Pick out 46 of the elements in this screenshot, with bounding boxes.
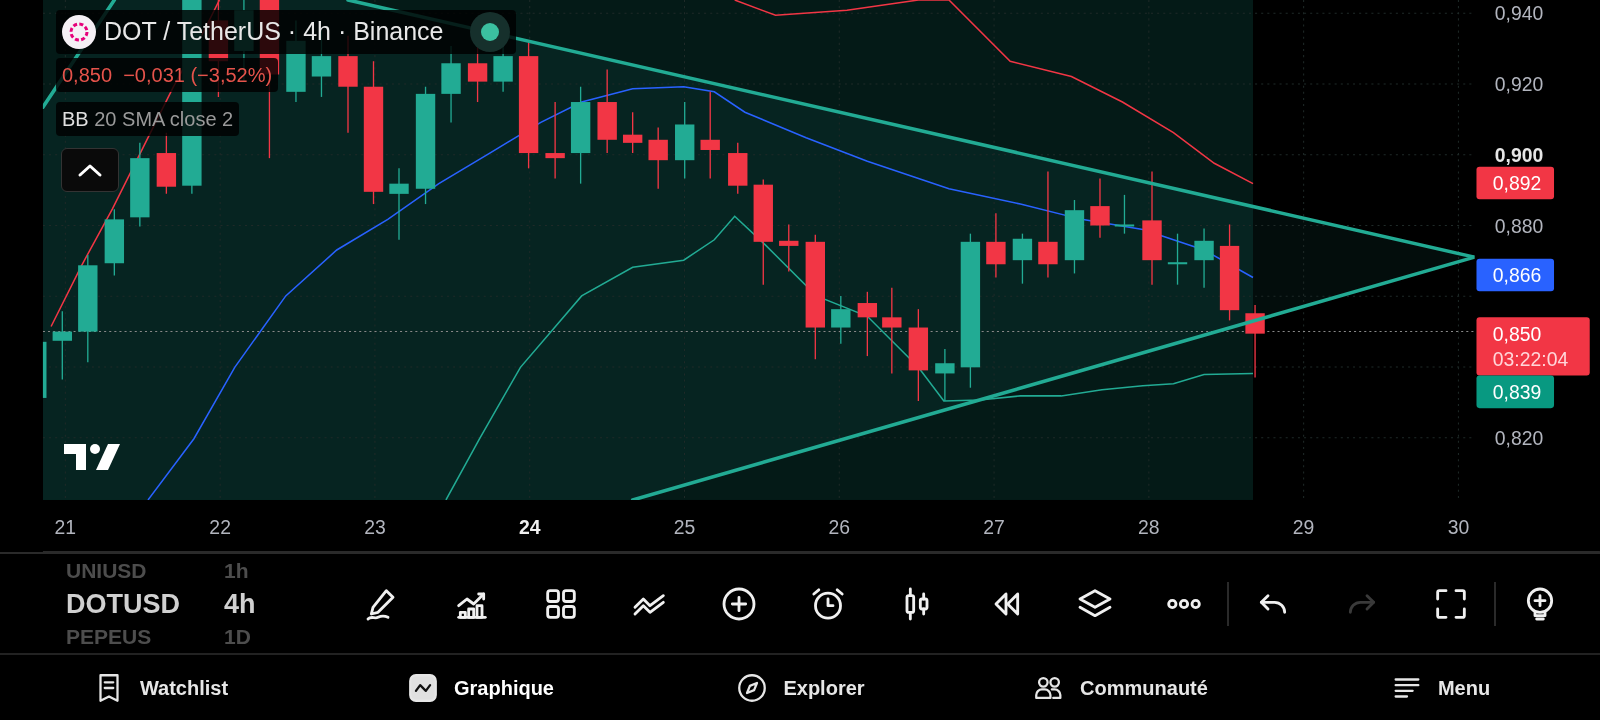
chevron-up-icon xyxy=(77,162,103,178)
price-label: 0,866 xyxy=(1476,258,1555,292)
candle xyxy=(1012,233,1033,285)
candle xyxy=(1167,233,1188,286)
price-tick: 0,940 xyxy=(1494,2,1544,25)
price-tick: 0,820 xyxy=(1494,426,1544,449)
date-tick: 21 xyxy=(54,515,77,538)
nav-tab[interactable]: Watchlist xyxy=(0,655,320,720)
date-tick: 26 xyxy=(828,515,851,538)
date-tick: 24 xyxy=(518,515,541,538)
date-tick: 28 xyxy=(1138,515,1160,538)
candle xyxy=(648,126,668,190)
logo-icon xyxy=(64,442,122,472)
nav-tab[interactable]: Graphique xyxy=(320,655,640,720)
date-tick: 27 xyxy=(983,515,1005,538)
price-tick: 0,900 xyxy=(1494,143,1544,166)
price-change: 0,850 −0,031 (−3,52%) xyxy=(62,63,273,88)
candle xyxy=(728,142,748,195)
date-tick: 25 xyxy=(673,515,696,538)
candle xyxy=(42,341,47,398)
price-tick: 0,920 xyxy=(1494,73,1544,96)
candle xyxy=(935,348,955,402)
price-label: 0,839 xyxy=(1476,375,1555,409)
candle xyxy=(622,111,643,154)
nav-tab[interactable]: Explorer xyxy=(640,655,960,720)
candle xyxy=(779,223,799,273)
nav-tab[interactable]: Menu xyxy=(1280,655,1600,720)
price-tick: 0,880 xyxy=(1494,214,1544,237)
candle xyxy=(857,291,878,357)
candle xyxy=(1194,227,1214,289)
candle xyxy=(986,212,1006,279)
date-tick: 23 xyxy=(364,515,386,538)
nav-tab[interactable]: Communauté xyxy=(960,655,1280,720)
candle xyxy=(104,208,125,277)
date-tick: 29 xyxy=(1292,515,1315,538)
watchlist-symbol[interactable]: DOTUSD 4h xyxy=(66,585,338,622)
candle xyxy=(1114,194,1135,235)
candle xyxy=(831,295,851,345)
price-label: 0,892 xyxy=(1476,166,1555,200)
coin-icon xyxy=(62,15,96,49)
date-tick: 30 xyxy=(1447,515,1470,538)
candle xyxy=(52,310,72,381)
collapse-button[interactable] xyxy=(61,148,119,192)
date-tick: 22 xyxy=(209,515,231,538)
price-label: 0,850 03:22:04 xyxy=(1476,317,1590,376)
candle xyxy=(1090,177,1110,239)
